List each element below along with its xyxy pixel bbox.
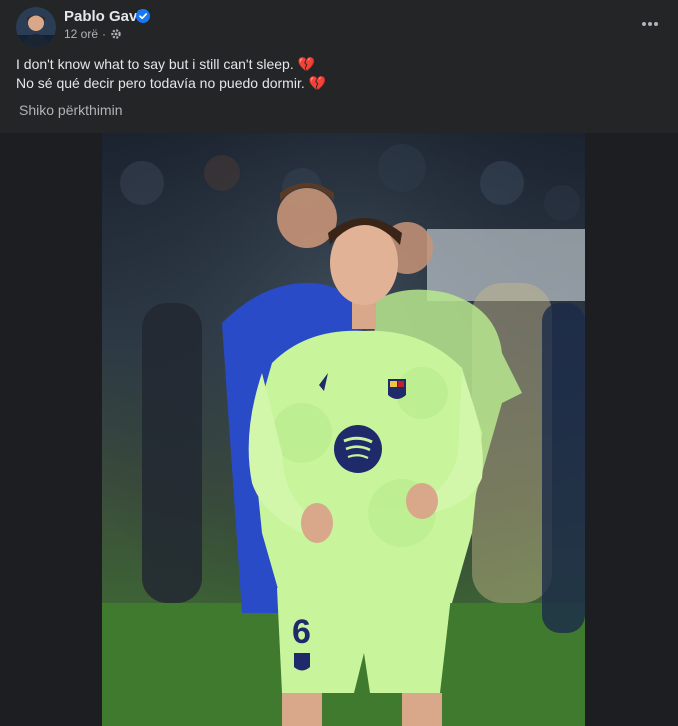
broken-heart-emoji: 💔 xyxy=(297,56,316,72)
media-letterbox-left xyxy=(0,133,102,726)
gear-icon[interactable] xyxy=(110,28,122,40)
post-text-en: I don't know what to say but i still can… xyxy=(16,56,294,72)
meta-separator: · xyxy=(102,27,107,41)
post-media: 6 xyxy=(0,133,678,726)
see-translation-link[interactable]: Shiko përkthimin xyxy=(19,102,123,118)
more-horizontal-icon xyxy=(642,22,658,26)
author-avatar[interactable] xyxy=(16,7,56,47)
verified-badge-icon xyxy=(136,9,150,23)
post-meta: 12 orë · xyxy=(64,27,122,41)
post-text-line-en: I don't know what to say but i still can… xyxy=(16,55,326,74)
post-text: I don't know what to say but i still can… xyxy=(16,55,326,93)
broken-heart-emoji: 💔 xyxy=(308,75,327,91)
author-name[interactable]: Pablo Gavi xyxy=(64,8,142,25)
post-text-es: No sé qué decir pero todavía no puedo do… xyxy=(16,75,305,91)
post-timestamp[interactable]: 12 orë xyxy=(64,27,98,41)
jersey-number: 6 xyxy=(292,613,311,651)
post-photo[interactable]: 6 xyxy=(102,133,585,726)
post-text-line-es: No sé qué decir pero todavía no puedo do… xyxy=(16,74,326,93)
media-letterbox-right xyxy=(585,133,678,726)
more-options-button[interactable] xyxy=(634,10,666,38)
post-header: Pablo Gavi 12 orë · xyxy=(0,0,678,50)
